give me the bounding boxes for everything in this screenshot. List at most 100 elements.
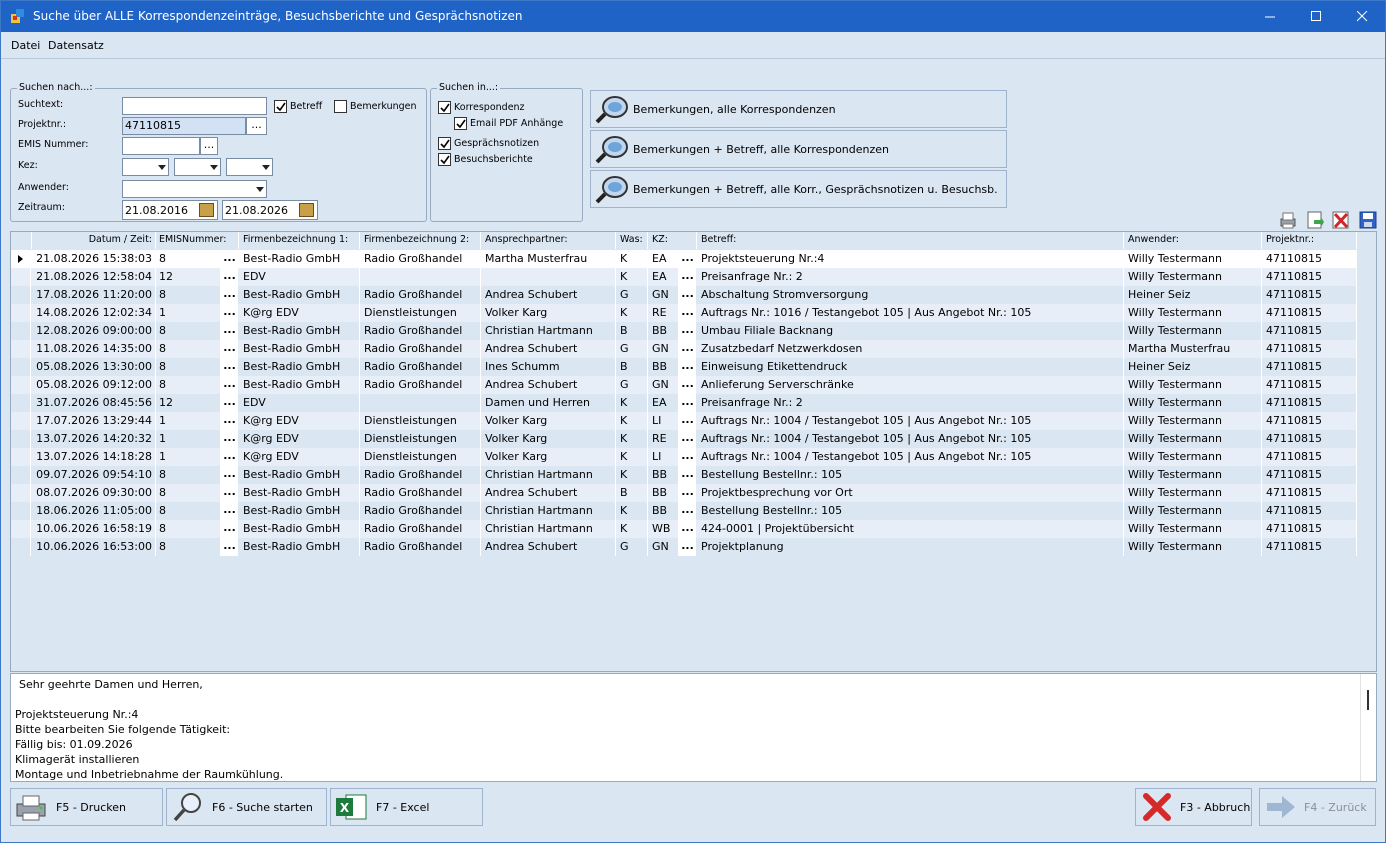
- cell-betreff[interactable]: Umbau Filiale Backnang: [697, 322, 1124, 340]
- header-projektnr[interactable]: Projektnr.:: [1262, 232, 1357, 249]
- date-from-picker[interactable]: 21.08.2016: [122, 200, 218, 220]
- print-button[interactable]: F5 - Drucken: [10, 788, 163, 826]
- cell-firma2[interactable]: Radio Großhandel: [360, 376, 481, 394]
- cell-firma2[interactable]: Dienstleistungen: [360, 304, 481, 322]
- cell-ansprechpartner[interactable]: Ines Schumm: [481, 358, 616, 376]
- cell-firma2[interactable]: Dienstleistungen: [360, 448, 481, 466]
- table-row[interactable]: 21.08.2026 15:38:03 8 Best-Radio GmbH Radio…: [11, 250, 1357, 268]
- row-indicator[interactable]: [11, 538, 31, 556]
- cell-emis[interactable]: 1: [156, 430, 221, 448]
- kz-detail-button[interactable]: ...: [679, 394, 696, 412]
- kz-detail-button[interactable]: ...: [679, 304, 696, 322]
- cell-ansprechpartner[interactable]: [481, 268, 616, 286]
- cell-kz[interactable]: EA: [648, 250, 679, 268]
- cell-projektnr[interactable]: 47110815: [1262, 466, 1357, 484]
- cell-firma2[interactable]: Radio Großhandel: [360, 520, 481, 538]
- email-pdf-checkbox[interactable]: Email PDF Anhänge: [454, 117, 563, 130]
- results-grid[interactable]: Datum / Zeit: EMISNummer: Firmenbezeichn…: [10, 231, 1377, 672]
- cell-anwender[interactable]: Willy Testermann: [1124, 376, 1262, 394]
- table-row[interactable]: 21.08.2026 12:58:04 12 EDV K EA Preisanfrage …: [11, 268, 1357, 286]
- cell-was[interactable]: G: [616, 538, 648, 556]
- emis-detail-button[interactable]: ...: [221, 502, 238, 520]
- cell-projektnr[interactable]: 47110815: [1262, 430, 1357, 448]
- cell-anwender[interactable]: Willy Testermann: [1124, 394, 1262, 412]
- emis-detail-button[interactable]: ...: [221, 358, 238, 376]
- cell-emis[interactable]: 8: [156, 484, 221, 502]
- cell-ansprechpartner[interactable]: Andrea Schubert: [481, 286, 616, 304]
- cell-projektnr[interactable]: 47110815: [1262, 286, 1357, 304]
- row-indicator[interactable]: [11, 502, 31, 520]
- emis-input[interactable]: [122, 137, 200, 155]
- table-row[interactable]: 18.06.2026 11:05:00 8 Best-Radio GmbH Radio…: [11, 502, 1357, 520]
- cell-anwender[interactable]: Willy Testermann: [1124, 538, 1262, 556]
- cell-ansprechpartner[interactable]: Andrea Schubert: [481, 484, 616, 502]
- cell-firma2[interactable]: Radio Großhandel: [360, 358, 481, 376]
- cell-firma2[interactable]: Radio Großhandel: [360, 466, 481, 484]
- quick-search-bemerkungen-betreff-button[interactable]: Bemerkungen + Betreff, alle Korresponden…: [590, 130, 1007, 168]
- kez-dropdown-3[interactable]: [226, 158, 273, 176]
- menu-datensatz[interactable]: Datensatz: [48, 39, 104, 52]
- cell-emis[interactable]: 8: [156, 250, 221, 268]
- cell-emis[interactable]: 8: [156, 502, 221, 520]
- cell-datum[interactable]: 17.08.2026 11:20:00: [32, 286, 156, 304]
- kz-detail-button[interactable]: ...: [679, 376, 696, 394]
- cell-ansprechpartner[interactable]: Christian Hartmann: [481, 502, 616, 520]
- cell-was[interactable]: G: [616, 376, 648, 394]
- bemerkungen-checkbox[interactable]: Bemerkungen: [334, 100, 417, 113]
- cell-emis[interactable]: 8: [156, 340, 221, 358]
- cell-ansprechpartner[interactable]: Andrea Schubert: [481, 340, 616, 358]
- cell-projektnr[interactable]: 47110815: [1262, 322, 1357, 340]
- cell-betreff[interactable]: Auftrags Nr.: 1004 / Testangebot 105 | A…: [697, 412, 1124, 430]
- cell-was[interactable]: K: [616, 250, 648, 268]
- row-indicator[interactable]: [11, 520, 31, 538]
- cell-was[interactable]: B: [616, 358, 648, 376]
- row-indicator[interactable]: [11, 430, 31, 448]
- emis-detail-button[interactable]: ...: [221, 322, 238, 340]
- cell-kz[interactable]: BB: [648, 484, 679, 502]
- cell-betreff[interactable]: Preisanfrage Nr.: 2: [697, 268, 1124, 286]
- row-indicator[interactable]: [11, 322, 31, 340]
- suchtext-input[interactable]: [122, 97, 267, 115]
- cell-was[interactable]: B: [616, 322, 648, 340]
- cell-datum[interactable]: 05.08.2026 13:30:00: [32, 358, 156, 376]
- cell-projektnr[interactable]: 47110815: [1262, 340, 1357, 358]
- row-indicator[interactable]: [11, 376, 31, 394]
- close-window-button[interactable]: [1339, 1, 1385, 32]
- cell-was[interactable]: K: [616, 394, 648, 412]
- row-indicator[interactable]: [11, 448, 31, 466]
- cell-anwender[interactable]: Willy Testermann: [1124, 448, 1262, 466]
- cell-firma2[interactable]: Radio Großhandel: [360, 502, 481, 520]
- cell-ansprechpartner[interactable]: Volker Karg: [481, 412, 616, 430]
- row-indicator[interactable]: [11, 394, 31, 412]
- header-firma1[interactable]: Firmenbezeichnung 1:: [239, 232, 360, 249]
- cell-datum[interactable]: 21.08.2026 12:58:04: [32, 268, 156, 286]
- cell-was[interactable]: K: [616, 268, 648, 286]
- cell-kz[interactable]: GN: [648, 340, 679, 358]
- cell-firma2[interactable]: Radio Großhandel: [360, 286, 481, 304]
- projektnr-lookup-button[interactable]: ...: [246, 117, 267, 135]
- besuchsberichte-checkbox[interactable]: Besuchsberichte: [438, 153, 533, 166]
- row-indicator[interactable]: [11, 484, 31, 502]
- cell-anwender[interactable]: Willy Testermann: [1124, 484, 1262, 502]
- cancel-button[interactable]: F3 - Abbruch: [1135, 788, 1252, 826]
- table-row[interactable]: 05.08.2026 13:30:00 8 Best-Radio GmbH Radio…: [11, 358, 1357, 376]
- cell-was[interactable]: B: [616, 484, 648, 502]
- kz-detail-button[interactable]: ...: [679, 412, 696, 430]
- cell-betreff[interactable]: Auftrags Nr.: 1004 / Testangebot 105 | A…: [697, 448, 1124, 466]
- kz-detail-button[interactable]: ...: [679, 502, 696, 520]
- header-firma2[interactable]: Firmenbezeichnung 2:: [360, 232, 481, 249]
- cell-projektnr[interactable]: 47110815: [1262, 250, 1357, 268]
- cell-was[interactable]: K: [616, 502, 648, 520]
- cell-firma1[interactable]: Best-Radio GmbH: [239, 466, 360, 484]
- cell-kz[interactable]: LI: [648, 448, 679, 466]
- cell-betreff[interactable]: Abschaltung Stromversorgung: [697, 286, 1124, 304]
- cell-projektnr[interactable]: 47110815: [1262, 538, 1357, 556]
- cell-emis[interactable]: 8: [156, 520, 221, 538]
- cell-anwender[interactable]: Willy Testermann: [1124, 520, 1262, 538]
- cell-kz[interactable]: GN: [648, 376, 679, 394]
- kez-dropdown-2[interactable]: [174, 158, 221, 176]
- printer-icon[interactable]: [1278, 210, 1298, 230]
- title-bar[interactable]: Suche über ALLE Korrespondenzeinträge, B…: [1, 1, 1385, 32]
- betreff-checkbox[interactable]: Betreff: [274, 100, 322, 113]
- cell-kz[interactable]: GN: [648, 286, 679, 304]
